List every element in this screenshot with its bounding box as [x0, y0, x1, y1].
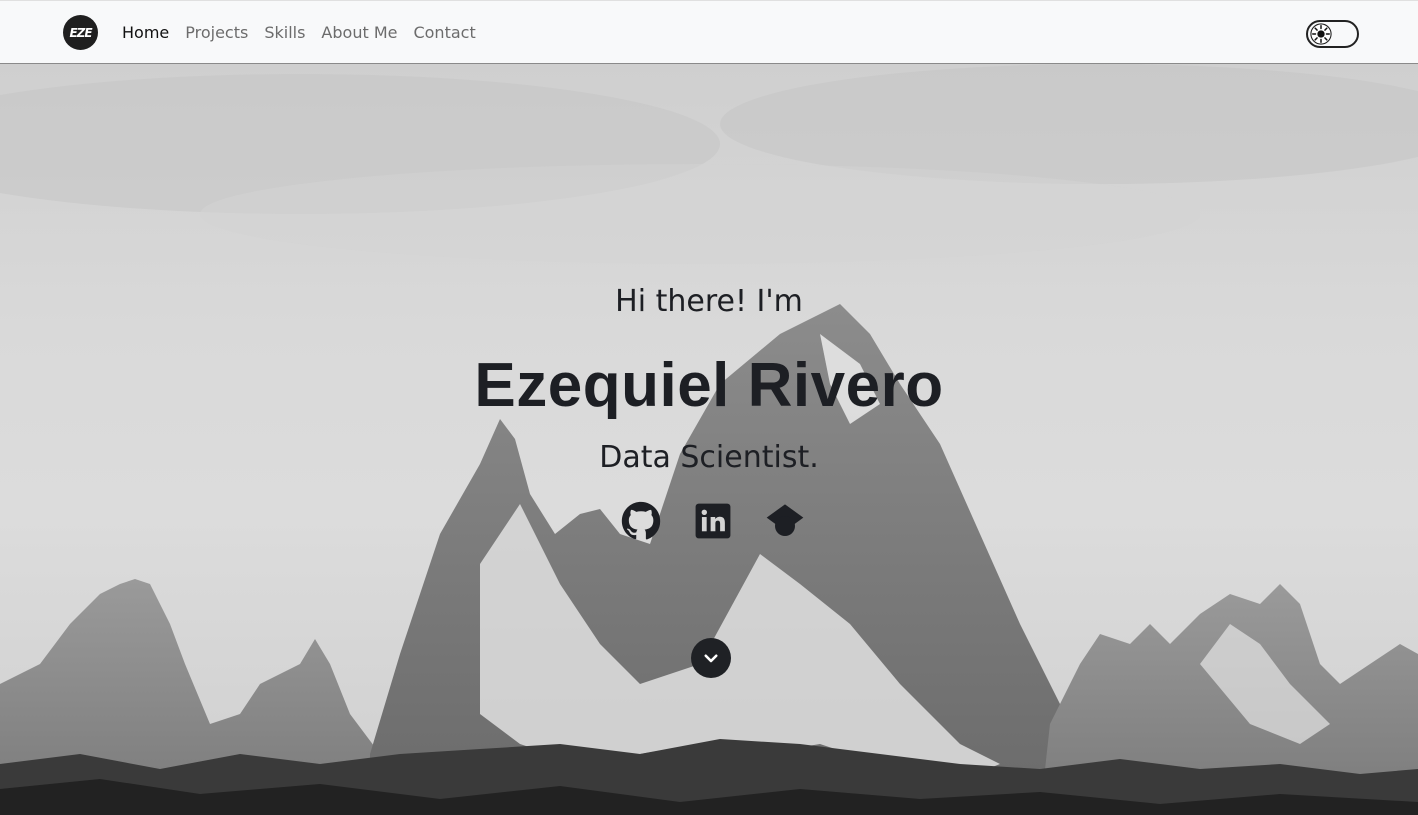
- github-icon: [621, 501, 661, 540]
- nav-link-projects[interactable]: Projects: [185, 21, 248, 45]
- nav-link-contact[interactable]: Contact: [413, 21, 475, 45]
- graduation-cap-icon: [766, 504, 804, 536]
- linkedin-link[interactable]: [693, 501, 733, 541]
- logo[interactable]: EZE: [63, 15, 98, 50]
- nav-link-about-me[interactable]: About Me: [321, 21, 397, 45]
- theme-toggle[interactable]: [1306, 20, 1359, 48]
- sun-icon: [1310, 23, 1332, 45]
- linkedin-icon: [695, 503, 731, 539]
- nav-links: Home Projects Skills About Me Contact: [122, 21, 492, 45]
- scroll-down-button[interactable]: [691, 638, 731, 678]
- hero-greeting: Hi there! I'm: [615, 284, 803, 319]
- navbar: EZE Home Projects Skills About Me Contac…: [0, 0, 1418, 64]
- nav-link-home[interactable]: Home: [122, 21, 169, 45]
- hero-name: Ezequiel Rivero: [474, 351, 944, 420]
- scholar-link[interactable]: [765, 501, 805, 541]
- social-links: [621, 501, 805, 541]
- nav-link-skills[interactable]: Skills: [264, 21, 305, 45]
- hero-role: Data Scientist.: [599, 440, 819, 475]
- chevron-down-icon: [704, 654, 718, 663]
- hero-section: Hi there! I'm Ezequiel Rivero Data Scien…: [0, 64, 1418, 815]
- github-link[interactable]: [621, 501, 661, 541]
